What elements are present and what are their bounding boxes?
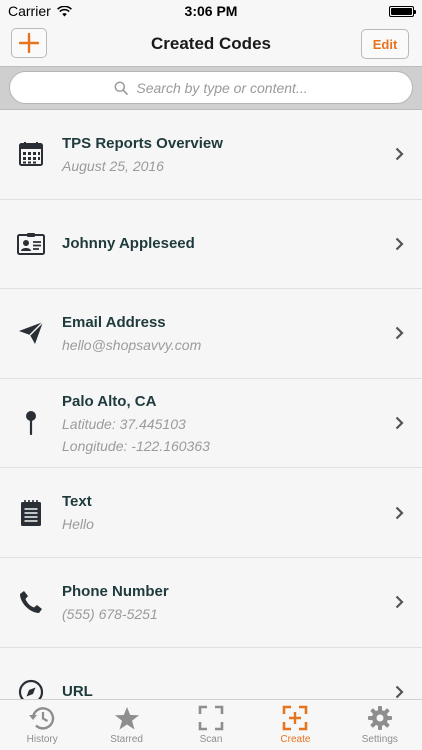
row-subtitle: Hello [62,516,94,533]
row-subtitle: hello@shopsavvy.com [62,336,202,353]
tab-starred[interactable]: Starred [84,700,168,750]
list-item[interactable]: URL [0,647,422,699]
create-icon [283,705,308,731]
add-button[interactable] [11,28,47,58]
gear-icon [367,706,392,730]
history-icon [29,707,55,730]
search-input[interactable]: Search by type or content... [9,71,413,104]
chevron-right-icon [395,148,404,161]
list-item[interactable]: TPS Reports Overview August 25, 2016 [0,110,422,200]
wifi-icon [56,5,72,16]
navigation-bar: Created Codes Edit [0,22,422,66]
status-bar: Carrier 3:06 PM [0,0,422,22]
chevron-right-icon [395,237,404,251]
compass-icon [18,679,44,699]
list-item[interactable]: Text Hello [0,468,422,558]
phone-icon [20,591,42,614]
plus-icon [19,33,39,53]
list-item[interactable]: Phone Number (555) 678-5251 [0,557,422,648]
chevron-right-icon [395,595,404,609]
tab-label: Settings [361,734,398,745]
tab-scan[interactable]: Scan [169,700,253,750]
row-title: URL [62,683,93,699]
created-codes-list: TPS Reports Overview August 25, 2016 Joh… [0,110,422,699]
list-item[interactable]: Johnny Appleseed [0,199,422,290]
tab-history[interactable]: History [0,700,84,750]
contact-card-icon [17,232,45,255]
row-subtitle: August 25, 2016 [62,157,164,174]
list-item[interactable]: Palo Alto, CA Latitude: 37.445103 Longit… [0,378,422,469]
tab-label: Starred [110,733,143,745]
paper-plane-icon [19,321,44,345]
map-pin-icon [26,411,36,436]
search-placeholder: Search by type or content... [136,79,308,96]
tab-create[interactable]: Create [253,700,337,750]
list-item[interactable]: Email Address hello@shopsavvy.com [0,289,422,379]
battery-icon [389,5,416,17]
page-title: Created Codes [151,34,271,53]
tab-settings[interactable]: Settings [338,700,422,750]
chevron-right-icon [395,685,404,699]
scan-icon [198,705,224,731]
carrier-label: Carrier [8,3,51,19]
row-subtitle-2: Longitude: -122.160363 [62,437,210,454]
tab-label: Scan [199,734,223,745]
row-subtitle: (555) 678-5251 [62,605,158,622]
tab-label: History [26,734,58,745]
row-title: Johnny Appleseed [62,235,195,253]
calendar-icon [19,142,43,167]
star-icon [114,706,139,729]
edit-button[interactable]: Edit [361,29,409,59]
notepad-icon [21,499,41,526]
chevron-right-icon [395,327,404,340]
row-title: Phone Number [62,582,169,600]
search-bar: Search by type or content... [0,66,422,110]
search-icon [114,81,129,95]
tab-bar: History Starred Scan Create Settings [0,699,422,750]
tab-label: Create [280,734,311,745]
row-title: Text [62,493,92,511]
chevron-right-icon [395,416,404,430]
row-title: Email Address [62,313,166,331]
chevron-right-icon [395,506,404,519]
row-title: Palo Alto, CA [62,392,157,410]
row-title: TPS Reports Overview [62,134,223,152]
row-subtitle: Latitude: 37.445103 [62,415,186,432]
